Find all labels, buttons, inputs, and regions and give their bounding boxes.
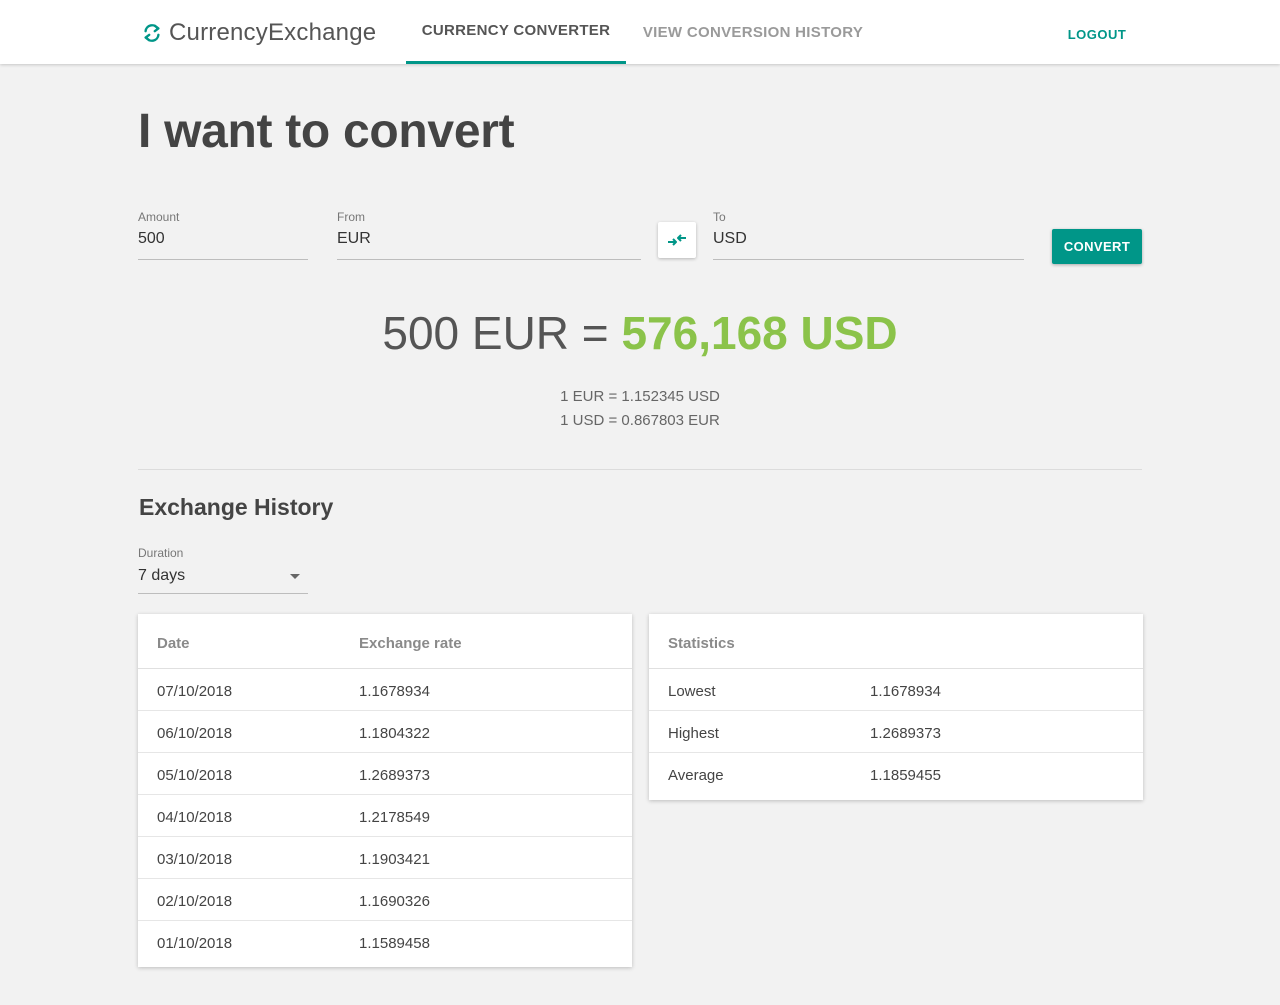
page-title: I want to convert — [138, 105, 515, 158]
top-app-bar: CurrencyExchange CURRENCY CONVERTER VIEW… — [0, 0, 1280, 64]
amount-input[interactable] — [138, 230, 308, 248]
table-header: Date Exchange rate — [138, 614, 632, 669]
table-row: 02/10/2018 1.1690326 — [138, 879, 632, 921]
duration-select[interactable]: Duration 7 days — [138, 544, 308, 594]
amount-label: Amount — [138, 210, 180, 224]
row-rate: 1.2689373 — [359, 767, 430, 784]
table-row: Average 1.1859455 — [649, 753, 1143, 795]
column-header-exchange-rate: Exchange rate — [359, 635, 462, 652]
statistics-title: Statistics — [668, 635, 735, 652]
row-rate: 1.1804322 — [359, 725, 430, 742]
tab-view-conversion-history[interactable]: VIEW CONVERSION HISTORY — [626, 0, 880, 64]
section-divider — [138, 469, 1142, 470]
swap-currencies-button[interactable] — [658, 222, 696, 258]
row-date: 06/10/2018 — [157, 725, 233, 742]
from-currency-field: From — [337, 206, 641, 260]
statistics-header: Statistics — [649, 614, 1143, 669]
statistics-table: Statistics Lowest 1.1678934 Highest 1.2689… — [649, 614, 1143, 800]
from-currency-input[interactable] — [337, 230, 641, 248]
tab-currency-converter[interactable]: CURRENCY CONVERTER — [406, 0, 626, 64]
amount-field: Amount — [138, 206, 308, 260]
stat-value: 1.1678934 — [870, 683, 941, 700]
table-row: 05/10/2018 1.2689373 — [138, 753, 632, 795]
row-date: 04/10/2018 — [157, 809, 233, 826]
duration-label: Duration — [138, 546, 184, 560]
row-rate: 1.1903421 — [359, 851, 430, 868]
row-rate: 1.1589458 — [359, 935, 430, 952]
table-row: 01/10/2018 1.1589458 — [138, 921, 632, 963]
table-row: 03/10/2018 1.1903421 — [138, 837, 632, 879]
column-header-date: Date — [157, 635, 190, 652]
row-date: 03/10/2018 — [157, 851, 233, 868]
stat-value: 1.1859455 — [870, 767, 941, 784]
stat-label: Highest — [668, 725, 719, 742]
result-input-amount: 500 EUR — [382, 307, 570, 359]
table-row: 07/10/2018 1.1678934 — [138, 669, 632, 711]
result-equals: = — [581, 307, 609, 359]
exchange-rates-table: Date Exchange rate 07/10/2018 1.1678934 0… — [138, 614, 632, 967]
to-currency-input[interactable] — [713, 230, 1024, 248]
stat-label: Lowest — [668, 683, 716, 700]
rate-from-to: 1 EUR = 1.152345 USD — [560, 388, 720, 405]
rate-to-from: 1 USD = 0.867803 EUR — [560, 412, 720, 429]
table-row: Lowest 1.1678934 — [649, 669, 1143, 711]
table-row: Highest 1.2689373 — [649, 711, 1143, 753]
to-currency-label: To — [713, 210, 726, 224]
table-row: 06/10/2018 1.1804322 — [138, 711, 632, 753]
row-date: 02/10/2018 — [157, 893, 233, 910]
stat-value: 1.2689373 — [870, 725, 941, 742]
swap-arrows-icon — [668, 234, 686, 246]
table-row: 04/10/2018 1.2178549 — [138, 795, 632, 837]
result-output-amount: 576,168 USD — [621, 307, 898, 359]
app-logo-text: CurrencyExchange — [169, 19, 377, 46]
to-currency-field: To — [713, 206, 1024, 260]
exchange-history-title: Exchange History — [139, 494, 334, 520]
logout-button[interactable]: LOGOUT — [1056, 20, 1138, 48]
row-date: 05/10/2018 — [157, 767, 233, 784]
convert-button[interactable]: CONVERT — [1052, 229, 1142, 264]
stat-label: Average — [668, 767, 724, 784]
row-rate: 1.2178549 — [359, 809, 430, 826]
dropdown-arrow-icon — [290, 574, 300, 579]
row-date: 01/10/2018 — [157, 935, 233, 952]
conversion-result: 500 EUR = 576,168 USD — [0, 306, 1280, 360]
row-rate: 1.1678934 — [359, 683, 430, 700]
row-date: 07/10/2018 — [157, 683, 233, 700]
app-logo[interactable]: CurrencyExchange — [141, 18, 376, 48]
from-currency-label: From — [337, 210, 365, 224]
duration-value: 7 days — [138, 567, 186, 584]
exchange-logo-icon — [144, 24, 160, 42]
row-rate: 1.1690326 — [359, 893, 430, 910]
